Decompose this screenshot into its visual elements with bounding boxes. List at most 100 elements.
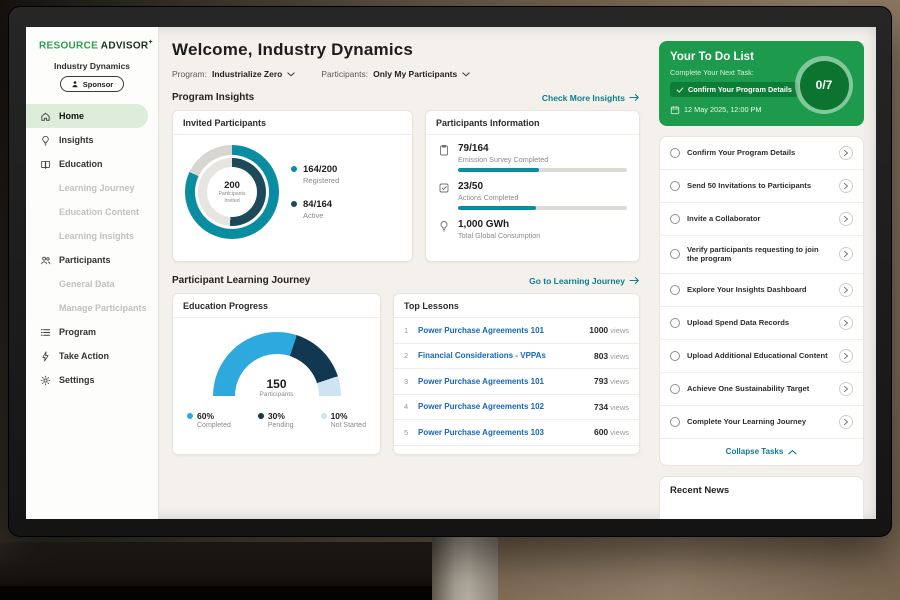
sidebar-item-general-data[interactable]: General Data bbox=[26, 272, 148, 296]
stat-value: 79/164 bbox=[458, 143, 627, 154]
chevron-right-icon[interactable] bbox=[839, 247, 853, 261]
task-confirm-your-program-details[interactable]: Confirm Your Program Details bbox=[660, 137, 863, 170]
check-more-insights-link[interactable]: Check More Insights bbox=[542, 93, 640, 103]
chevron-right-icon[interactable] bbox=[839, 316, 853, 330]
arrow-right-icon bbox=[629, 93, 640, 102]
lesson-power-purchase-agreements-102[interactable]: Power Purchase Agreements 102 bbox=[418, 402, 594, 411]
sidebar-item-program[interactable]: Program bbox=[26, 320, 148, 344]
chevron-right-icon[interactable] bbox=[839, 212, 853, 226]
sidebar-item-home[interactable]: Home bbox=[26, 104, 148, 128]
task-invite-a-collaborator[interactable]: Invite a Collaborator bbox=[660, 203, 863, 236]
sidebar-item-participants[interactable]: Participants bbox=[26, 248, 148, 272]
sidebar-item-label: Program bbox=[59, 327, 96, 337]
filter-value: Only My Participants bbox=[373, 69, 457, 79]
lesson-financial-considerations-vppas[interactable]: Financial Considerations - VPPAs bbox=[418, 351, 594, 360]
task-send-50-invitations-to-participants[interactable]: Send 50 Invitations to Participants bbox=[660, 170, 863, 203]
sidebar-item-label: Settings bbox=[59, 375, 95, 385]
legend-label: Registered bbox=[303, 176, 339, 185]
sidebar-item-label: Insights bbox=[59, 135, 94, 145]
todo-next-task[interactable]: Confirm Your Program Details bbox=[670, 82, 798, 97]
invited-participants-title: Invited Participants bbox=[173, 111, 412, 135]
desk-background: RESOURCE ADVISOR+ Industry Dynamics Spon… bbox=[0, 0, 900, 600]
task-checkbox[interactable] bbox=[670, 318, 680, 328]
lesson-views-count: 803 bbox=[594, 351, 608, 361]
chevron-right-icon[interactable] bbox=[839, 415, 853, 429]
app-window: RESOURCE ADVISOR+ Industry Dynamics Spon… bbox=[26, 27, 876, 519]
chevron-right-icon[interactable] bbox=[839, 283, 853, 297]
task-complete-your-learning-journey[interactable]: Complete Your Learning Journey bbox=[660, 406, 863, 439]
top-lessons-title: Top Lessons bbox=[394, 294, 639, 318]
legend-item: 84/164 Active bbox=[291, 199, 339, 220]
sidebar-item-label: Learning Journey bbox=[59, 183, 135, 193]
chevron-right-icon[interactable] bbox=[839, 179, 853, 193]
sponsor-badge[interactable]: Sponsor bbox=[60, 76, 124, 92]
app-logo: RESOURCE ADVISOR+ bbox=[26, 39, 158, 51]
participants-icon bbox=[40, 255, 52, 266]
task-checkbox[interactable] bbox=[670, 148, 680, 158]
task-label: Upload Spend Data Records bbox=[687, 318, 832, 328]
task-checkbox[interactable] bbox=[670, 285, 680, 295]
chevron-right-icon[interactable] bbox=[839, 146, 853, 160]
filter-program[interactable]: Program: Industrialize Zero bbox=[172, 69, 295, 79]
legend-label: Active bbox=[303, 211, 332, 220]
sidebar-item-take-action[interactable]: Take Action bbox=[26, 344, 148, 368]
task-verify-participants-requesting-to-join-the-program[interactable]: Verify participants requesting to join t… bbox=[660, 236, 863, 275]
filters-row: Program: Industrialize Zero Participants… bbox=[172, 69, 640, 79]
stat-value: 1,000 GWh bbox=[458, 219, 627, 230]
lesson-power-purchase-agreements-103[interactable]: Power Purchase Agreements 103 bbox=[418, 428, 594, 437]
sidebar-item-insights[interactable]: Insights bbox=[26, 128, 148, 152]
take-action-icon bbox=[40, 351, 52, 362]
stat-row: 79/164 Emission Survey Completed bbox=[438, 143, 627, 172]
lesson-views-count: 1000 bbox=[589, 325, 608, 335]
task-checkbox[interactable] bbox=[670, 181, 680, 191]
legend-value: 30% bbox=[268, 411, 285, 421]
chevron-right-icon[interactable] bbox=[839, 382, 853, 396]
chevron-right-icon[interactable] bbox=[839, 349, 853, 363]
learning-journey-title: Participant Learning Journey bbox=[172, 275, 310, 286]
chevron-down-icon bbox=[287, 72, 295, 77]
task-explore-your-insights-dashboard[interactable]: Explore Your Insights Dashboard bbox=[660, 274, 863, 307]
task-label: Invite a Collaborator bbox=[687, 214, 832, 224]
sidebar-item-education[interactable]: Education bbox=[26, 152, 148, 176]
lesson-views-suffix: views bbox=[608, 352, 629, 361]
program-insights-title: Program Insights bbox=[172, 92, 254, 103]
task-upload-spend-data-records[interactable]: Upload Spend Data Records bbox=[660, 307, 863, 340]
collapse-tasks-link[interactable]: Collapse Tasks bbox=[660, 439, 863, 465]
sidebar-item-manage-participants[interactable]: Manage Participants bbox=[26, 296, 148, 320]
filter-label: Program: bbox=[172, 69, 207, 79]
sidebar-item-settings[interactable]: Settings bbox=[26, 368, 148, 392]
task-checkbox[interactable] bbox=[670, 417, 680, 427]
legend-dot bbox=[291, 166, 297, 172]
sidebar-nav: Home Insights Education bbox=[26, 104, 158, 392]
sidebar-item-learning-insights[interactable]: Learning Insights bbox=[26, 224, 148, 248]
main-content: Welcome, Industry Dynamics Program: Indu… bbox=[159, 27, 649, 519]
logo-resource: RESOURCE bbox=[39, 40, 98, 51]
lesson-views-suffix: views bbox=[608, 428, 629, 437]
sidebar-item-learning-journey[interactable]: Learning Journey bbox=[26, 176, 148, 200]
filter-participants[interactable]: Participants: Only My Participants bbox=[321, 69, 470, 79]
task-checkbox[interactable] bbox=[670, 249, 680, 259]
task-achieve-one-sustainability-target[interactable]: Achieve One Sustainability Target bbox=[660, 373, 863, 406]
lesson-power-purchase-agreements-101[interactable]: Power Purchase Agreements 101 bbox=[418, 326, 589, 335]
lesson-rank: 5 bbox=[404, 428, 418, 437]
sidebar-item-education-content[interactable]: Education Content bbox=[26, 200, 148, 224]
todo-tasks-card: Confirm Your Program Details Send 50 Inv… bbox=[659, 136, 864, 467]
donut-center-label: Participants Invited bbox=[215, 191, 249, 205]
check-icon bbox=[676, 86, 684, 94]
settings-icon bbox=[40, 375, 52, 386]
task-checkbox[interactable] bbox=[670, 351, 680, 361]
task-checkbox[interactable] bbox=[670, 214, 680, 224]
filter-label: Participants: bbox=[321, 69, 368, 79]
chevron-up-icon bbox=[788, 449, 797, 455]
monitor-bezel: RESOURCE ADVISOR+ Industry Dynamics Spon… bbox=[8, 6, 892, 537]
lesson-views-count: 600 bbox=[594, 427, 608, 437]
insights-icon bbox=[40, 135, 52, 146]
lesson-views-count: 734 bbox=[594, 402, 608, 412]
task-checkbox[interactable] bbox=[670, 384, 680, 394]
sidebar-item-label: Education bbox=[59, 159, 103, 169]
go-to-learning-journey-link[interactable]: Go to Learning Journey bbox=[529, 276, 640, 286]
stat-progress-fill bbox=[458, 206, 536, 210]
education-icon bbox=[40, 159, 52, 170]
task-upload-additional-educational-content[interactable]: Upload Additional Educational Content bbox=[660, 340, 863, 373]
lesson-power-purchase-agreements-101[interactable]: Power Purchase Agreements 101 bbox=[418, 377, 594, 386]
